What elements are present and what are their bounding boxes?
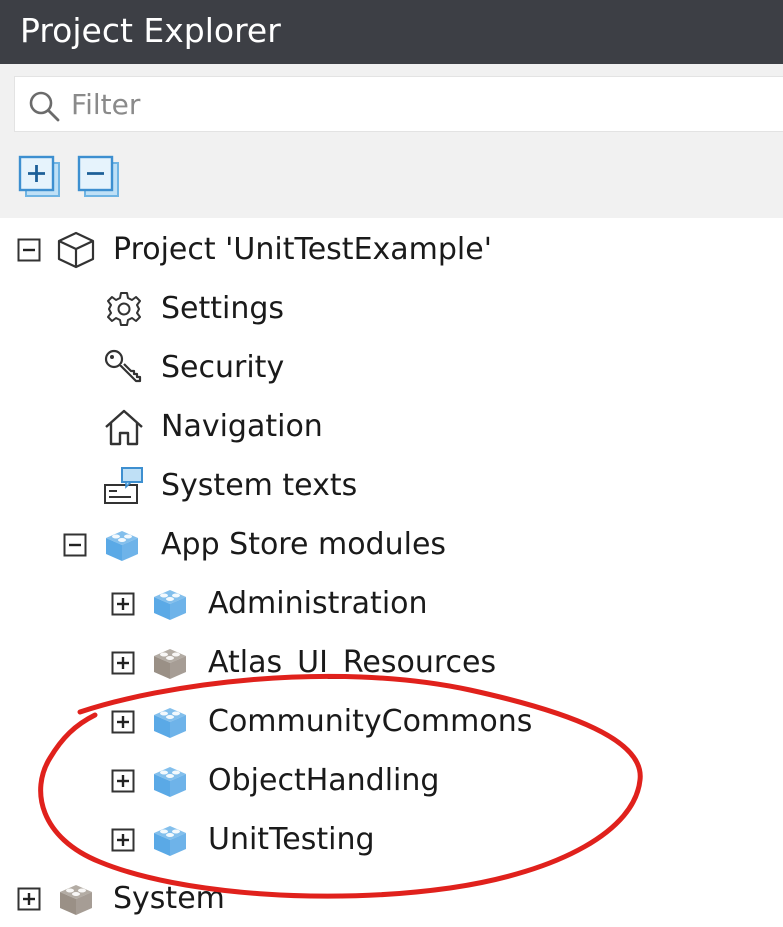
tree-item-label: System texts xyxy=(161,468,358,503)
collapse-toggle[interactable] xyxy=(17,238,41,262)
expand-all-icon xyxy=(18,155,60,197)
tree-item-community-commons[interactable]: CommunityCommons xyxy=(0,694,783,750)
module-blue-icon xyxy=(149,761,191,801)
tree-item-system-texts[interactable]: System texts xyxy=(0,458,783,514)
plus-box-icon xyxy=(111,592,135,616)
expand-toggle[interactable] xyxy=(111,828,135,852)
tree-item-label: CommunityCommons xyxy=(208,704,533,739)
panel-titlebar: Project Explorer xyxy=(0,0,783,64)
module-blue-icon xyxy=(149,820,191,860)
filter-box[interactable] xyxy=(14,76,783,132)
tree-item-label: ObjectHandling xyxy=(208,763,440,798)
collapse-all-icon xyxy=(77,155,119,197)
gear-icon xyxy=(103,289,145,329)
tree-item-navigation[interactable]: Navigation xyxy=(0,399,783,455)
minus-box-icon xyxy=(17,238,41,262)
collapse-all-button[interactable] xyxy=(76,154,122,200)
minus-box-icon xyxy=(63,533,87,557)
tree-item-label: Project 'UnitTestExample' xyxy=(113,232,492,267)
key-icon xyxy=(103,348,145,388)
system-texts-icon xyxy=(103,466,145,506)
tree-item-label: UnitTesting xyxy=(208,822,375,857)
expand-toggle[interactable] xyxy=(111,769,135,793)
tree-item-system[interactable]: System xyxy=(0,871,783,927)
tree-item-label: Atlas_UI_Resources xyxy=(208,645,497,680)
tree-item-settings[interactable]: Settings xyxy=(0,281,783,337)
tree-item-label: Settings xyxy=(161,291,285,326)
home-icon xyxy=(103,407,145,447)
expand-toggle[interactable] xyxy=(111,592,135,616)
tree-item-security[interactable]: Security xyxy=(0,340,783,396)
tree-item-label: App Store modules xyxy=(161,527,447,562)
project-tree: Project 'UnitTestExample' Settings Secur… xyxy=(0,218,783,916)
plus-box-icon xyxy=(111,651,135,675)
module-gray-icon xyxy=(55,879,97,919)
plus-box-icon xyxy=(111,769,135,793)
panel-title: Project Explorer xyxy=(20,11,281,50)
filter-input[interactable] xyxy=(71,83,761,125)
expand-toggle[interactable] xyxy=(111,651,135,675)
collapse-toggle[interactable] xyxy=(63,533,87,557)
expand-toggle[interactable] xyxy=(111,710,135,734)
tree-item-label: Security xyxy=(161,350,285,385)
cube-outline-icon xyxy=(55,230,97,270)
expand-toggle[interactable] xyxy=(17,887,41,911)
plus-box-icon xyxy=(111,710,135,734)
search-icon xyxy=(26,88,62,124)
filter-toolbar xyxy=(0,64,783,218)
plus-box-icon xyxy=(17,887,41,911)
tree-item-unit-testing[interactable]: UnitTesting xyxy=(0,812,783,868)
tree-item-label: Navigation xyxy=(161,409,323,444)
module-gray-icon xyxy=(149,643,191,683)
module-blue-icon xyxy=(149,702,191,742)
tree-item-object-handling[interactable]: ObjectHandling xyxy=(0,753,783,809)
expand-all-button[interactable] xyxy=(17,154,63,200)
tree-item-label: Administration xyxy=(208,586,428,621)
module-blue-icon xyxy=(149,584,191,624)
tree-item-administration[interactable]: Administration xyxy=(0,576,783,632)
tree-item-label: System xyxy=(113,881,225,916)
plus-box-icon xyxy=(111,828,135,852)
tree-item-project[interactable]: Project 'UnitTestExample' xyxy=(0,222,783,278)
tree-item-atlas-ui-resources[interactable]: Atlas_UI_Resources xyxy=(0,635,783,691)
module-blue-icon xyxy=(101,525,143,565)
tree-item-app-store-modules[interactable]: App Store modules xyxy=(0,517,783,573)
